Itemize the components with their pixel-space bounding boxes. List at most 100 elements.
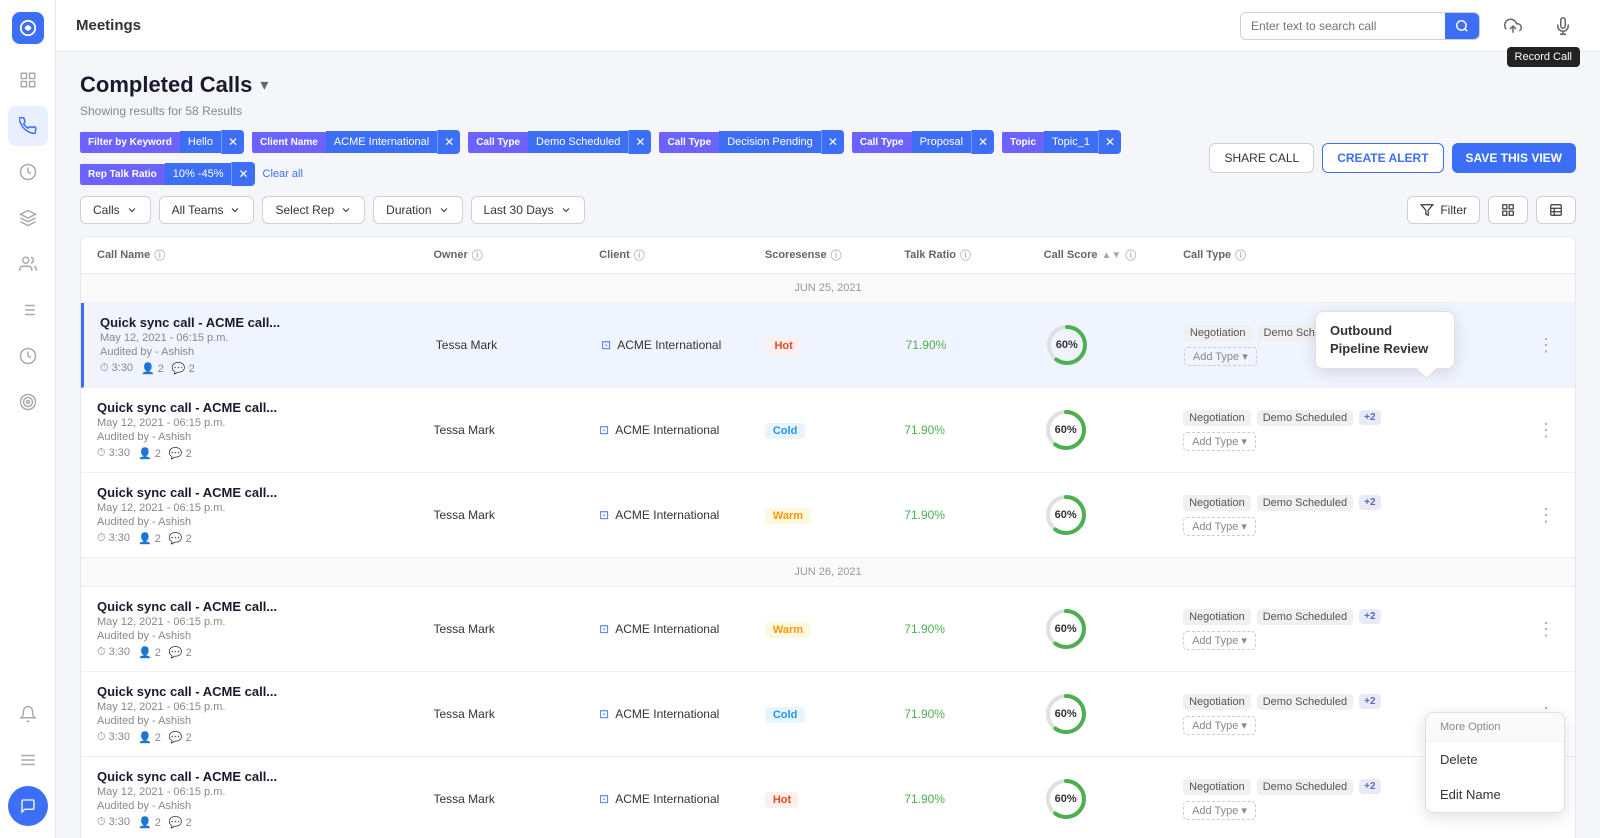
chat-button[interactable] xyxy=(8,786,48,826)
add-type-button[interactable]: Add Type ▾ xyxy=(1183,716,1256,735)
call-type-info-icon[interactable]: ⓘ xyxy=(1235,247,1246,263)
call-score-info-icon[interactable]: ⓘ xyxy=(1125,247,1136,263)
share-call-button[interactable]: SHARE CALL xyxy=(1209,143,1314,173)
col-talk-ratio: Talk Ratio ⓘ xyxy=(904,247,1035,263)
add-type-button[interactable]: Add Type ▾ xyxy=(1183,631,1256,650)
clear-all-button[interactable]: Clear all xyxy=(263,168,303,180)
col-call-name: Call Name ⓘ xyxy=(97,247,426,263)
more-options-button[interactable]: ⋮ xyxy=(1533,331,1559,360)
sidebar-item-list[interactable] xyxy=(8,290,48,330)
client-info-icon[interactable]: ⓘ xyxy=(634,247,645,263)
page-title-dropdown[interactable]: ▾ xyxy=(260,75,268,95)
add-type-button[interactable]: Add Type ▾ xyxy=(1183,801,1256,820)
filter-button[interactable]: Filter xyxy=(1407,196,1480,224)
all-teams-dropdown[interactable]: All Teams xyxy=(159,196,255,224)
create-alert-button[interactable]: CREATE ALERT xyxy=(1322,143,1443,173)
call-score-circle: 60% xyxy=(1044,777,1088,821)
search-box xyxy=(1240,12,1480,40)
table-row[interactable]: Quick sync call - ACME call... May 12, 2… xyxy=(81,587,1575,672)
filter-chip-keyword: Filter by Keyword Hello ✕ xyxy=(80,130,244,154)
microphone-button[interactable]: Record Call xyxy=(1546,9,1580,43)
col-scoresense: Scoresense ⓘ xyxy=(765,247,896,263)
app-logo xyxy=(12,12,44,44)
table-row[interactable]: Quick sync call - ACME call... May 12, 2… xyxy=(81,303,1575,388)
edit-name-option[interactable]: Edit Name xyxy=(1426,777,1564,812)
table-row[interactable]: Quick sync call - ACME call... May 12, 2… xyxy=(81,473,1575,558)
delete-option[interactable]: Delete xyxy=(1426,742,1564,777)
filter-chip-calltype1: Call Type Demo Scheduled ✕ xyxy=(468,130,651,154)
sidebar-item-analytics[interactable] xyxy=(8,152,48,192)
search-button[interactable] xyxy=(1445,13,1479,39)
sidebar xyxy=(0,0,56,838)
call-info-cell: Quick sync call - ACME call... May 12, 2… xyxy=(97,684,426,744)
sidebar-item-users[interactable] xyxy=(8,244,48,284)
sidebar-item-layers[interactable] xyxy=(8,198,48,238)
more-options-dropdown: More Option Delete Edit Name xyxy=(1425,712,1565,813)
call-info-cell: Quick sync call - ACME call... May 12, 2… xyxy=(97,769,426,829)
add-type-button[interactable]: Add Type ▾ xyxy=(1183,432,1256,451)
sidebar-item-dashboard[interactable] xyxy=(8,60,48,100)
results-count: Showing results for 58 Results xyxy=(80,104,1576,118)
main-content: Meetings Record Call Completed Calls ▾ S… xyxy=(56,0,1600,838)
upload-icon-button[interactable] xyxy=(1496,9,1530,43)
filter-chip-calltype3: Call Type Proposal ✕ xyxy=(852,130,994,154)
client-icon: ⊡ xyxy=(601,338,611,352)
chip-close-calltype1[interactable]: ✕ xyxy=(628,130,651,154)
filter-chips: Filter by Keyword Hello ✕ Client Name AC… xyxy=(80,130,1197,186)
grid-view-button[interactable] xyxy=(1488,196,1528,224)
filter-chip-client: Client Name ACME International ✕ xyxy=(252,130,460,154)
date-separator-2: JUN 26, 2021 xyxy=(81,558,1575,587)
call-score-circle: 60% xyxy=(1044,408,1088,452)
duration-dropdown[interactable]: Duration xyxy=(373,196,462,224)
chip-close-client[interactable]: ✕ xyxy=(437,130,460,154)
calls-dropdown[interactable]: Calls xyxy=(80,196,151,224)
save-this-view-button[interactable]: SAVE THIS VIEW xyxy=(1452,143,1576,173)
last-30-days-dropdown[interactable]: Last 30 Days xyxy=(471,196,585,224)
content-area: Completed Calls ▾ Showing results for 58… xyxy=(56,52,1600,838)
record-call-tooltip: Record Call xyxy=(1507,47,1580,67)
table-view-button[interactable] xyxy=(1536,196,1576,224)
app-title: Meetings xyxy=(76,17,141,34)
table-header: Call Name ⓘ Owner ⓘ Client ⓘ Scoresense … xyxy=(81,237,1575,274)
chip-close-topic[interactable]: ✕ xyxy=(1098,130,1121,154)
sidebar-item-calls[interactable] xyxy=(8,106,48,146)
more-options-button[interactable]: ⋮ xyxy=(1533,416,1559,445)
more-options-button[interactable]: ⋮ xyxy=(1533,501,1559,530)
chip-close-rep-talk[interactable]: ✕ xyxy=(231,162,254,186)
filter-chip-rep-talk: Rep Talk Ratio 10% -45% ✕ xyxy=(80,162,255,186)
chip-close-calltype2[interactable]: ✕ xyxy=(821,130,844,154)
sidebar-item-target[interactable] xyxy=(8,382,48,422)
select-rep-dropdown[interactable]: Select Rep xyxy=(262,196,365,224)
more-options-button[interactable]: ⋮ xyxy=(1533,615,1559,644)
call-info-cell: Quick sync call - ACME call... May 12, 2… xyxy=(97,485,426,545)
call-info-cell: Quick sync call - ACME call... May 12, 2… xyxy=(97,599,426,659)
call-score-circle: 60% xyxy=(1044,692,1088,736)
sidebar-item-settings[interactable] xyxy=(8,740,48,780)
table-row[interactable]: Quick sync call - ACME call... May 12, 2… xyxy=(81,388,1575,473)
call-type-tooltip: OutboundPipeline Review xyxy=(1315,311,1455,369)
sidebar-item-clock[interactable] xyxy=(8,336,48,376)
filter-chip-calltype2: Call Type Decision Pending ✕ xyxy=(659,130,843,154)
table-row[interactable]: Quick sync call - ACME call... May 12, 2… xyxy=(81,672,1575,757)
search-input[interactable] xyxy=(1241,13,1445,39)
client-icon: ⊡ xyxy=(599,707,609,721)
call-score-circle: 60% xyxy=(1045,323,1089,367)
page-header: Completed Calls ▾ xyxy=(80,72,1576,98)
col-owner: Owner ⓘ xyxy=(434,247,592,263)
talk-ratio-info-icon[interactable]: ⓘ xyxy=(960,247,971,263)
add-type-button[interactable]: Add Type ▾ xyxy=(1184,347,1257,366)
table-row[interactable]: Quick sync call - ACME call... May 12, 2… xyxy=(81,757,1575,838)
chip-close-calltype3[interactable]: ✕ xyxy=(971,130,994,154)
client-icon: ⊡ xyxy=(599,423,609,437)
filter-chip-topic: Topic Topic_1 ✕ xyxy=(1002,130,1121,154)
sidebar-item-bell[interactable] xyxy=(8,694,48,734)
scoresense-info-icon[interactable]: ⓘ xyxy=(831,247,842,263)
add-type-button[interactable]: Add Type ▾ xyxy=(1183,517,1256,536)
call-name-info-icon[interactable]: ⓘ xyxy=(154,247,165,263)
chip-close-keyword[interactable]: ✕ xyxy=(221,130,244,154)
calls-table: Call Name ⓘ Owner ⓘ Client ⓘ Scoresense … xyxy=(80,236,1576,838)
client-icon: ⊡ xyxy=(599,622,609,636)
top-header: Meetings Record Call xyxy=(56,0,1600,52)
owner-info-icon[interactable]: ⓘ xyxy=(472,247,483,263)
client-icon: ⊡ xyxy=(599,508,609,522)
